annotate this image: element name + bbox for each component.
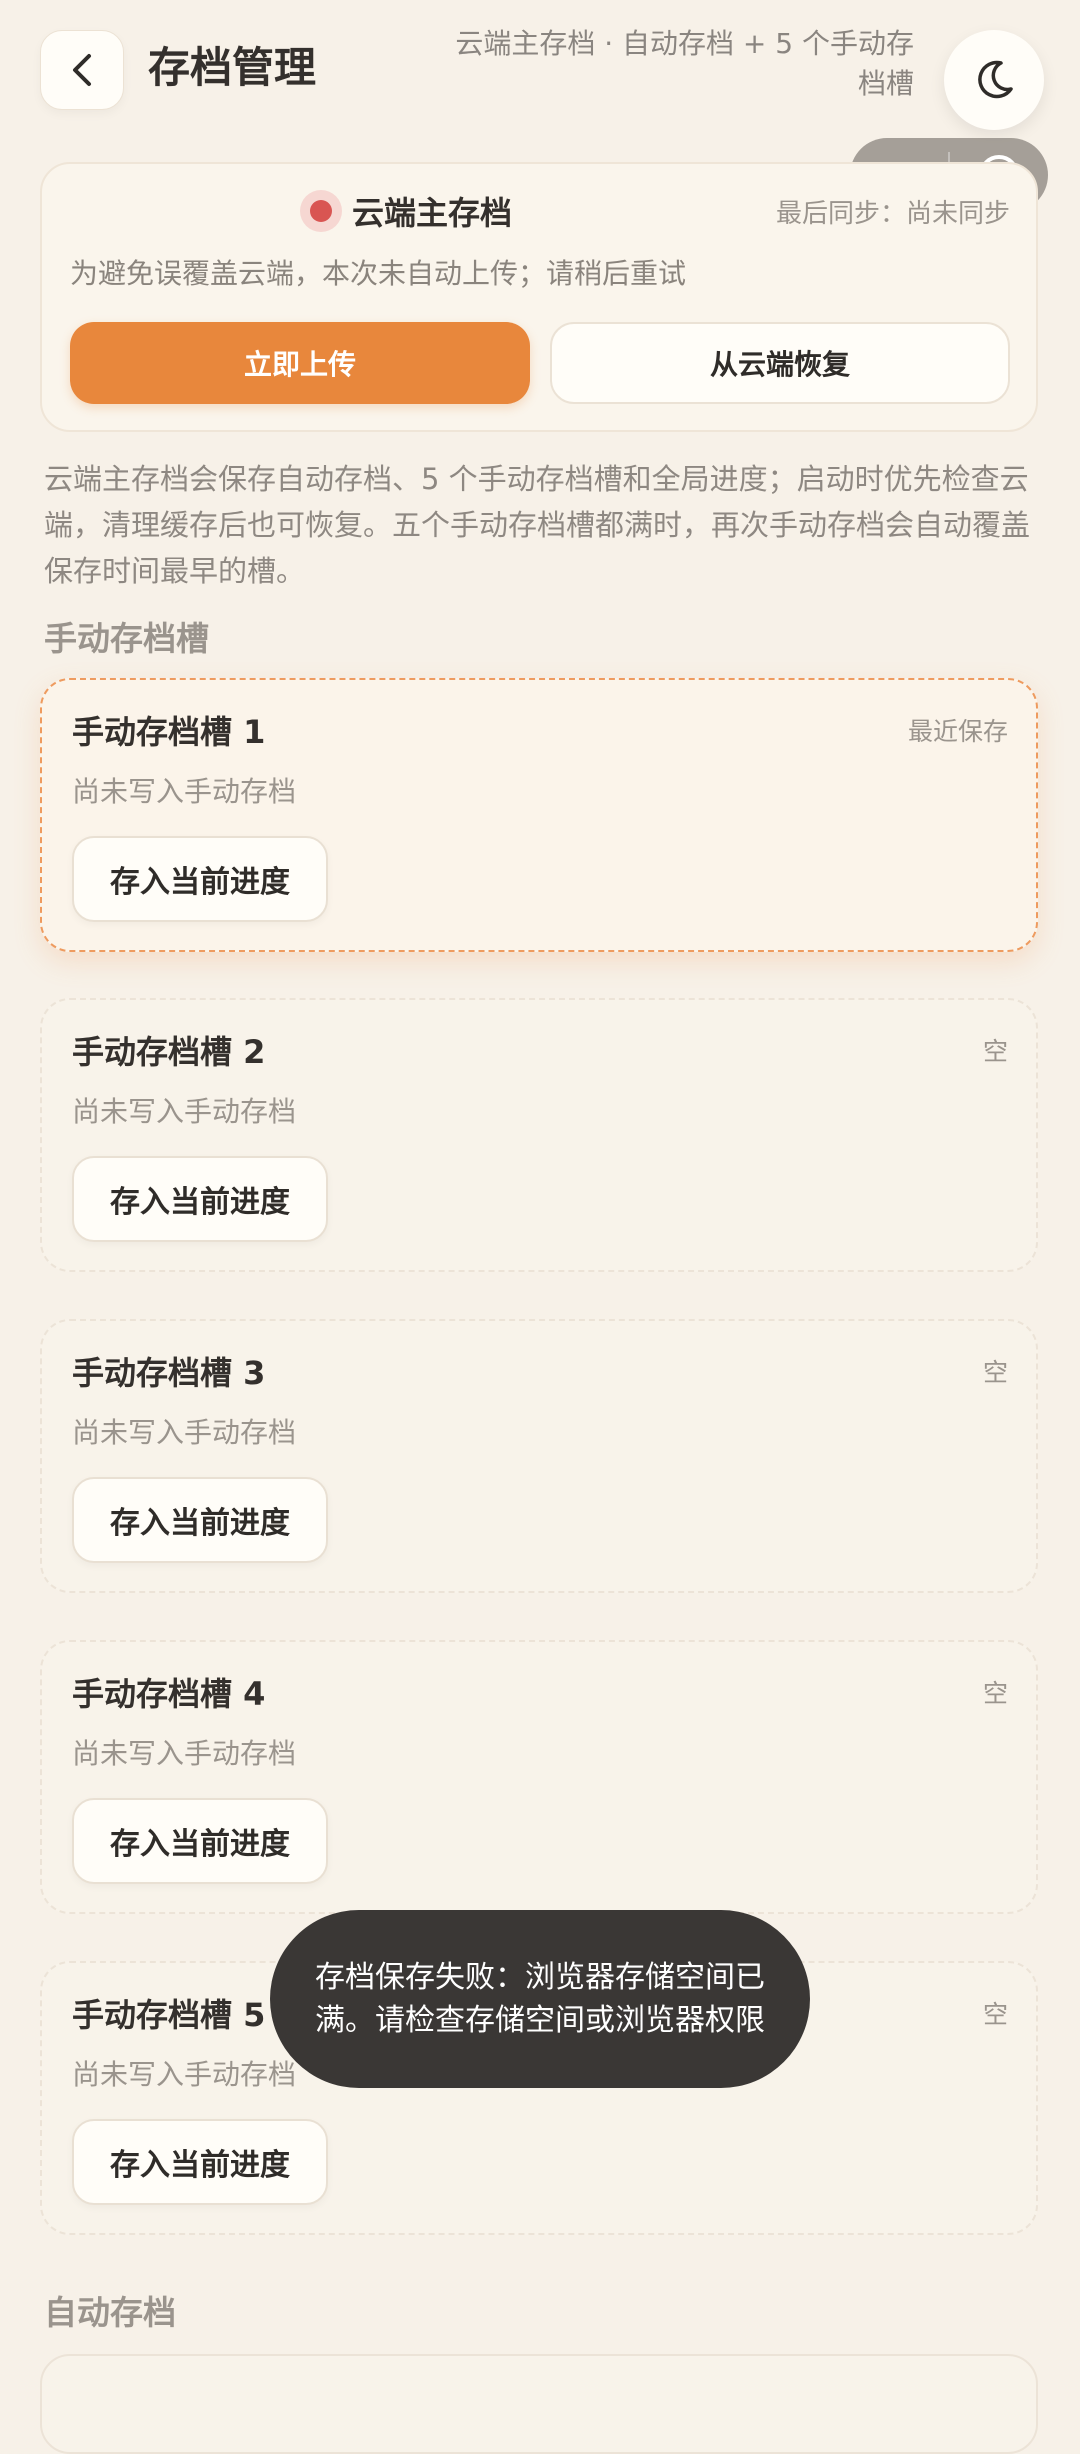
moon-icon xyxy=(978,60,1013,99)
slot-title: 手动存档槽 5 xyxy=(72,1996,266,2034)
slot-status: 空 xyxy=(982,2000,1008,2029)
slot-status: 空 xyxy=(982,1679,1008,1708)
slot-description: 尚未写入手动存档 xyxy=(72,1737,297,1770)
back-button[interactable] xyxy=(40,30,124,110)
slot-status: 最近保存 xyxy=(907,717,1008,746)
status-dot xyxy=(310,200,332,222)
auto-save-heading: 自动存档 xyxy=(44,2293,176,2332)
save-to-slot-button[interactable]: 存入当前进度 xyxy=(72,1156,328,1242)
manual-slot-1: 手动存档槽 1 最近保存 尚未写入手动存档 存入当前进度 xyxy=(40,678,1038,952)
slot-description: 尚未写入手动存档 xyxy=(72,2058,297,2091)
slot-description: 尚未写入手动存档 xyxy=(72,1416,297,1449)
restore-from-cloud-button[interactable]: 从云端恢复 xyxy=(550,322,1010,404)
theme-toggle-button[interactable] xyxy=(944,30,1044,130)
save-to-slot-button[interactable]: 存入当前进度 xyxy=(72,836,328,922)
last-sync-text: 最后同步：尚未同步 xyxy=(775,199,1010,229)
slot-description: 尚未写入手动存档 xyxy=(72,1095,297,1128)
toast-message: 存档保存失败：浏览器存储空间已满。请检查存储空间或浏览器权限 xyxy=(315,1960,765,2038)
manual-slot-4: 手动存档槽 4 空 尚未写入手动存档 存入当前进度 xyxy=(40,1640,1038,1914)
page-title: 存档管理 xyxy=(148,43,317,92)
explanation-text: 云端主存档会保存自动存档、5 个手动存档槽和全局进度；启动时优先检查云端，清理缓… xyxy=(44,462,1031,588)
slot-title: 手动存档槽 2 xyxy=(72,1033,266,1071)
slot-status: 空 xyxy=(982,1037,1008,1066)
save-to-slot-button[interactable]: 存入当前进度 xyxy=(72,2119,328,2205)
slot-title: 手动存档槽 3 xyxy=(72,1354,266,1392)
manual-slot-2: 手动存档槽 2 空 尚未写入手动存档 存入当前进度 xyxy=(40,998,1038,1272)
sync-status-indicator xyxy=(300,190,342,232)
save-to-slot-button[interactable]: 存入当前进度 xyxy=(72,1477,328,1563)
save-to-slot-button[interactable]: 存入当前进度 xyxy=(72,1798,328,1884)
slot-status: 空 xyxy=(982,1358,1008,1387)
upload-now-button[interactable]: 立即上传 xyxy=(70,322,530,404)
header-subtitle: 云端主存档 · 自动存档 + 5 个手动存档槽 xyxy=(455,27,914,100)
auto-save-card xyxy=(40,2354,1038,2454)
slot-title: 手动存档槽 1 xyxy=(72,713,266,751)
slot-description: 尚未写入手动存档 xyxy=(72,775,297,808)
cloud-message: 为避免误覆盖云端，本次未自动上传；请稍后重试 xyxy=(70,257,687,290)
manual-slots-heading: 手动存档槽 xyxy=(44,619,209,658)
slot-title: 手动存档槽 4 xyxy=(72,1675,266,1713)
error-toast: 存档保存失败：浏览器存储空间已满。请检查存储空间或浏览器权限 xyxy=(270,1910,810,2088)
cloud-save-title: 云端主存档 xyxy=(352,194,513,232)
chevron-left-icon xyxy=(73,54,91,86)
manual-slot-3: 手动存档槽 3 空 尚未写入手动存档 存入当前进度 xyxy=(40,1319,1038,1593)
